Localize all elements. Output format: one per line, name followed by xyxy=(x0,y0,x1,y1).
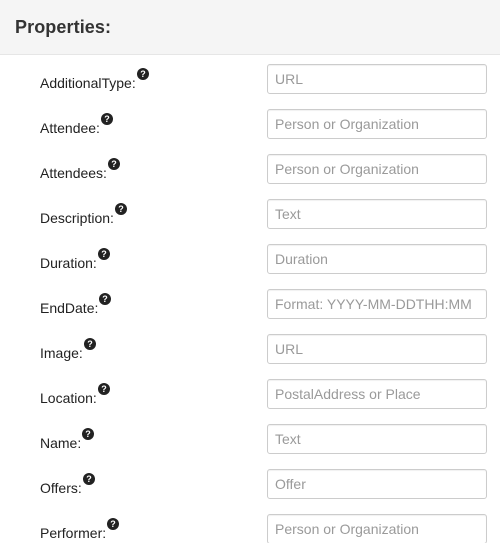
property-label: AdditionalType: xyxy=(40,75,136,91)
help-icon[interactable]: ? xyxy=(115,203,127,215)
help-icon[interactable]: ? xyxy=(82,428,94,440)
help-icon[interactable]: ? xyxy=(101,113,113,125)
panel-header: Properties: xyxy=(0,0,500,55)
property-list: AdditionalType: ? Attendee: ? Attendees:… xyxy=(0,64,500,543)
property-label: Location: xyxy=(40,390,97,406)
help-icon[interactable]: ? xyxy=(107,518,119,530)
property-row-name: Name: ? xyxy=(0,424,500,469)
duration-input[interactable] xyxy=(267,244,487,274)
help-icon[interactable]: ? xyxy=(137,68,149,80)
property-row-description: Description: ? xyxy=(0,199,500,244)
help-icon[interactable]: ? xyxy=(84,338,96,350)
property-row-performer: Performer: ? xyxy=(0,514,500,543)
property-row-location: Location: ? xyxy=(0,379,500,424)
help-icon[interactable]: ? xyxy=(98,383,110,395)
property-label: Attendees: xyxy=(40,165,107,181)
attendees-input[interactable] xyxy=(267,154,487,184)
property-row-additionaltype: AdditionalType: ? xyxy=(0,64,500,109)
property-label: Performer: xyxy=(40,525,107,541)
property-row-enddate: EndDate: ? xyxy=(0,289,500,334)
offers-input[interactable] xyxy=(267,469,487,499)
name-input[interactable] xyxy=(267,424,487,454)
properties-panel: Properties: AdditionalType: ? Attendee: … xyxy=(0,0,500,543)
property-label: Image: xyxy=(40,345,83,361)
attendee-input[interactable] xyxy=(267,109,487,139)
performer-input[interactable] xyxy=(267,514,487,543)
property-label: EndDate: xyxy=(40,300,99,316)
enddate-input[interactable] xyxy=(267,289,487,319)
help-icon[interactable]: ? xyxy=(99,293,111,305)
property-label: Name: xyxy=(40,435,82,451)
location-input[interactable] xyxy=(267,379,487,409)
property-label: Offers: xyxy=(40,480,82,496)
property-row-duration: Duration: ? xyxy=(0,244,500,289)
property-row-image: Image: ? xyxy=(0,334,500,379)
property-row-offers: Offers: ? xyxy=(0,469,500,514)
property-label: Description: xyxy=(40,210,114,226)
description-input[interactable] xyxy=(267,199,487,229)
additionaltype-input[interactable] xyxy=(267,64,487,94)
property-label: Attendee: xyxy=(40,120,100,136)
help-icon[interactable]: ? xyxy=(83,473,95,485)
image-input[interactable] xyxy=(267,334,487,364)
panel-title: Properties: xyxy=(15,16,112,37)
property-row-attendees: Attendees: ? xyxy=(0,154,500,199)
property-row-attendee: Attendee: ? xyxy=(0,109,500,154)
help-icon[interactable]: ? xyxy=(98,248,110,260)
help-icon[interactable]: ? xyxy=(108,158,120,170)
property-label: Duration: xyxy=(40,255,97,271)
